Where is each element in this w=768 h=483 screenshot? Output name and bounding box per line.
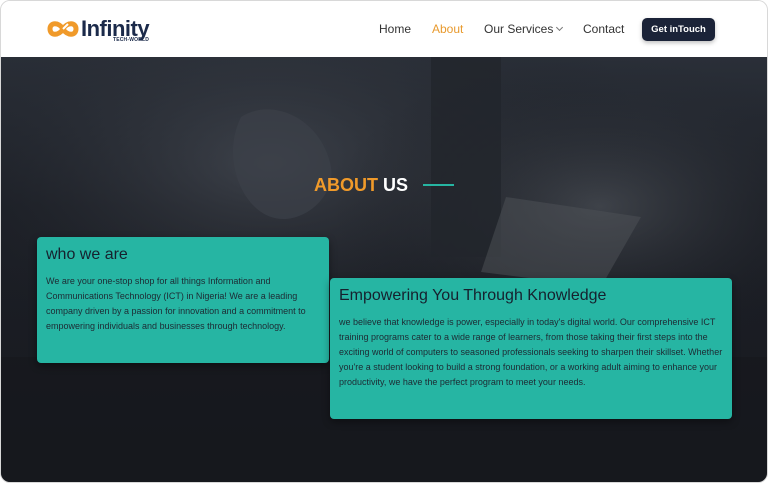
section-title-rest: US (383, 175, 409, 195)
brand-logo[interactable]: Infinity TECH-WORLD (47, 15, 150, 43)
infinity-logo-icon (47, 18, 79, 40)
page: Infinity TECH-WORLD Home About Our Servi… (0, 0, 768, 483)
title-underline (423, 184, 454, 186)
card-heading: Empowering You Through Knowledge (339, 287, 607, 304)
empowering-card: Empowering You Through Knowledge we beli… (330, 278, 732, 419)
nav-our-services-label: Our Services (484, 22, 554, 36)
card-body: We are your one-stop shop for all things… (46, 276, 306, 331)
nav-home[interactable]: Home (379, 22, 411, 36)
card-body: we believe that knowledge is power, espe… (339, 317, 723, 387)
card-heading: who we are (46, 246, 128, 263)
chevron-down-icon (556, 23, 564, 32)
get-in-touch-button[interactable]: Get inTouch (642, 18, 715, 41)
brand-tagline: TECH-WORLD (112, 37, 150, 43)
section-title: ABOUT US (314, 175, 408, 196)
nav-about[interactable]: About (432, 22, 463, 36)
nav-contact[interactable]: Contact (583, 22, 624, 36)
section-title-accent: ABOUT (314, 175, 378, 195)
about-hero: ABOUT US who we are We are your one-stop… (1, 57, 767, 482)
who-we-are-card: who we are We are your one-stop shop for… (37, 237, 329, 363)
site-header: Infinity TECH-WORLD Home About Our Servi… (1, 1, 767, 57)
nav-our-services[interactable]: Our Services (484, 22, 564, 36)
